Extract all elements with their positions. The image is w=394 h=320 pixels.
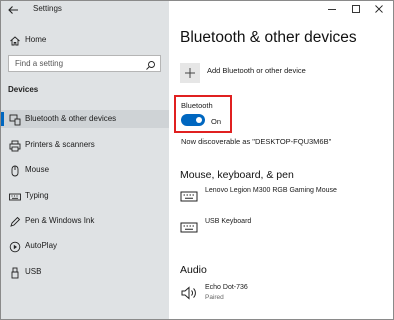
sidebar-section-heading: Devices bbox=[8, 85, 39, 94]
device-item[interactable]: Lenovo Legion M300 RGB Gaming Mouse bbox=[180, 185, 390, 207]
main-panel: Bluetooth & other devices Add Bluetooth … bbox=[169, 1, 393, 319]
device-status: Paired bbox=[205, 294, 224, 301]
title-bar: Settings bbox=[1, 1, 169, 19]
search-input[interactable]: Find a setting bbox=[8, 55, 161, 72]
keyboard-icon bbox=[180, 218, 198, 236]
add-device-label: Add Bluetooth or other device bbox=[207, 66, 306, 75]
sidebar-item-pen[interactable]: Pen & Windows Ink bbox=[1, 212, 169, 230]
printer-icon bbox=[9, 139, 21, 152]
home-icon bbox=[9, 34, 21, 46]
search-icon[interactable] bbox=[145, 58, 156, 70]
sidebar-item-autoplay[interactable]: AutoPlay bbox=[1, 237, 169, 255]
minimize-icon bbox=[328, 9, 336, 10]
mouse-icon bbox=[9, 164, 21, 177]
settings-window: Settings Home Find a setting Devices Blu… bbox=[0, 0, 394, 320]
group-heading-input-devices: Mouse, keyboard, & pen bbox=[180, 169, 294, 181]
device-item[interactable]: USB Keyboard bbox=[180, 216, 390, 238]
sidebar-item-printers[interactable]: Printers & scanners bbox=[1, 136, 169, 154]
group-heading-audio: Audio bbox=[180, 264, 207, 276]
sidebar: Settings Home Find a setting Devices Blu… bbox=[1, 1, 169, 319]
add-icon bbox=[180, 63, 200, 83]
sidebar-item-label: AutoPlay bbox=[25, 241, 58, 250]
sidebar-item-label: USB bbox=[25, 267, 42, 276]
maximize-icon bbox=[352, 5, 360, 13]
toggle-knob bbox=[196, 117, 202, 123]
search-placeholder: Find a setting bbox=[15, 59, 64, 68]
sidebar-item-usb[interactable]: USB bbox=[1, 263, 169, 281]
keyboard-icon bbox=[9, 190, 21, 202]
device-name: USB Keyboard bbox=[205, 218, 252, 225]
pen-icon bbox=[9, 215, 21, 227]
bluetooth-devices-icon bbox=[9, 113, 21, 126]
nav-home-label: Home bbox=[25, 35, 47, 44]
sidebar-item-bluetooth[interactable]: Bluetooth & other devices bbox=[1, 110, 169, 128]
speaker-icon bbox=[180, 284, 198, 302]
usb-icon bbox=[9, 266, 21, 279]
sidebar-item-label: Typing bbox=[25, 191, 49, 200]
bluetooth-toggle-state: On bbox=[211, 117, 222, 126]
bluetooth-label: Bluetooth bbox=[181, 101, 213, 110]
close-button[interactable] bbox=[368, 1, 390, 17]
sidebar-item-label: Printers & scanners bbox=[25, 140, 95, 149]
sidebar-item-label: Pen & Windows Ink bbox=[25, 216, 95, 225]
back-arrow-icon[interactable] bbox=[6, 3, 20, 17]
keyboard-icon bbox=[180, 187, 198, 205]
sidebar-item-label: Mouse bbox=[25, 165, 50, 174]
device-name: Lenovo Legion M300 RGB Gaming Mouse bbox=[205, 187, 337, 194]
sidebar-item-label: Bluetooth & other devices bbox=[25, 114, 117, 123]
device-item[interactable]: Echo Dot-736 Paired bbox=[180, 282, 390, 304]
add-device-button[interactable]: Add Bluetooth or other device bbox=[180, 61, 390, 85]
minimize-button[interactable] bbox=[321, 1, 343, 17]
app-title: Settings bbox=[33, 4, 62, 13]
maximize-button[interactable] bbox=[345, 1, 367, 17]
page-title: Bluetooth & other devices bbox=[180, 29, 357, 46]
bluetooth-toggle[interactable] bbox=[181, 114, 205, 126]
nav-home[interactable]: Home bbox=[1, 31, 169, 49]
autoplay-icon bbox=[9, 240, 21, 253]
device-name: Echo Dot-736 bbox=[205, 284, 248, 291]
sidebar-item-typing[interactable]: Typing bbox=[1, 187, 169, 205]
sidebar-item-mouse[interactable]: Mouse bbox=[1, 161, 169, 179]
close-icon bbox=[375, 5, 383, 13]
discoverable-text: Now discoverable as "DESKTOP-FQU3M6B" bbox=[181, 137, 332, 146]
